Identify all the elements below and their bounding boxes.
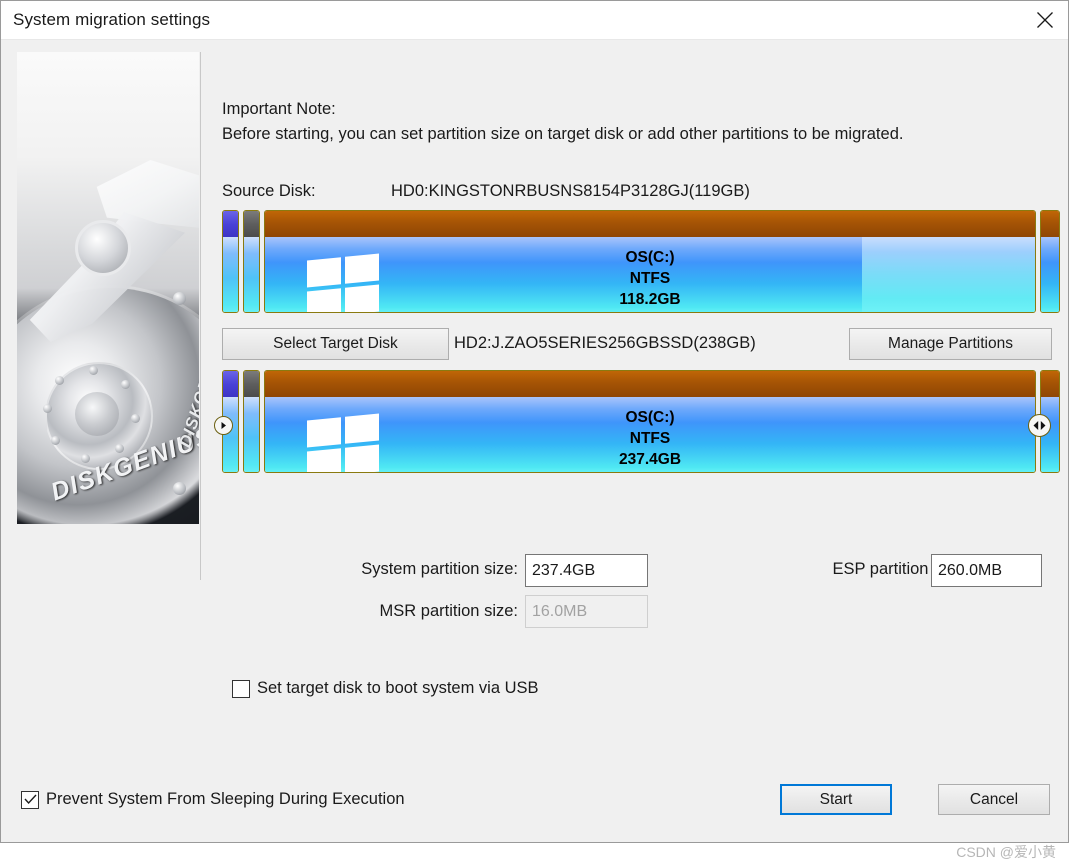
sidebar-divider <box>200 52 201 580</box>
drag-handle-right-arrow-icon[interactable] <box>214 416 233 435</box>
actuator-pivot <box>75 220 131 276</box>
partition-body <box>244 237 259 312</box>
partition-used-area <box>265 397 1035 472</box>
system-migration-settings-dialog: System migration settings DISKGENIUS Imp… <box>0 0 1069 860</box>
windows-logo-icon <box>307 253 379 312</box>
source-disk-partition-map[interactable]: OS(C:) NTFS 118.2GB <box>222 210 1060 313</box>
esp-partition-size-label: ESP partition size: <box>832 560 967 578</box>
hub-screw-icon <box>131 414 140 423</box>
partition-header <box>244 211 259 237</box>
partition-free-area <box>861 237 1035 312</box>
partition-header <box>1041 211 1059 237</box>
start-button[interactable]: Start <box>780 784 892 815</box>
partition-body <box>244 397 259 472</box>
esp-partition-size-input[interactable] <box>931 554 1042 587</box>
hub-screw-icon <box>51 436 60 445</box>
close-icon[interactable] <box>1022 1 1068 38</box>
windows-logo-icon <box>307 413 379 472</box>
partition-body <box>1041 237 1059 312</box>
prevent-sleep-checkbox[interactable] <box>21 790 39 809</box>
dialog-footer: Prevent System From Sleeping During Exec… <box>1 776 1068 860</box>
target-partition-os[interactable]: OS(C:) NTFS 237.4GB <box>264 370 1036 473</box>
source-partition-esp[interactable] <box>222 210 239 313</box>
dialog-content: DISKGENIUS DISKGENIUS Important Note: Be… <box>1 40 1068 860</box>
partition-header <box>223 211 238 237</box>
partition-header <box>223 371 238 397</box>
hub-screw-icon <box>43 404 52 413</box>
cancel-button[interactable]: Cancel <box>938 784 1050 815</box>
case-screw-icon <box>173 292 186 305</box>
title-bar: System migration settings <box>1 1 1068 40</box>
msr-partition-size-label: MSR partition size: <box>379 602 518 620</box>
partition-header <box>244 371 259 397</box>
source-disk-label: Source Disk: <box>222 182 316 200</box>
diskgenius-hard-drive-illustration: DISKGENIUS DISKGENIUS <box>17 52 199 524</box>
usb-boot-checkbox-row[interactable]: Set target disk to boot system via USB <box>232 679 539 698</box>
hub-screw-icon <box>121 380 130 389</box>
source-partition-recovery[interactable] <box>1040 210 1060 313</box>
case-screw-icon <box>173 482 186 495</box>
usb-boot-label: Set target disk to boot system via USB <box>257 679 539 697</box>
window-title: System migration settings <box>13 10 211 29</box>
partition-header <box>1041 371 1059 397</box>
drag-handle-resize-icon[interactable] <box>1028 414 1051 437</box>
prevent-sleep-checkbox-row[interactable]: Prevent System From Sleeping During Exec… <box>21 790 405 809</box>
usb-boot-checkbox[interactable] <box>232 679 250 698</box>
select-target-disk-button[interactable]: Select Target Disk <box>222 328 449 360</box>
watermark: CSDN @爱小黄 <box>956 844 1056 860</box>
source-partition-os[interactable]: OS(C:) NTFS 118.2GB <box>264 210 1036 313</box>
source-partition-msr[interactable] <box>243 210 260 313</box>
target-partition-msr[interactable] <box>243 370 260 473</box>
target-disk-partition-map[interactable]: OS(C:) NTFS 237.4GB <box>214 370 1060 473</box>
partition-header <box>265 211 1035 237</box>
hub-screw-icon <box>89 366 98 375</box>
hub-screw-icon <box>81 454 90 463</box>
partition-header <box>265 371 1035 397</box>
msr-partition-size-input <box>525 595 648 628</box>
important-note-body: Before starting, you can set partition s… <box>222 125 904 143</box>
partition-body <box>223 237 238 312</box>
source-disk-value: HD0:KINGSTONRBUSNS8154P3128GJ(119GB) <box>391 182 750 200</box>
platter-hub-center <box>75 392 119 436</box>
system-partition-size-input[interactable] <box>525 554 648 587</box>
important-note-title: Important Note: <box>222 100 336 118</box>
system-partition-size-label: System partition size: <box>361 560 518 578</box>
hub-screw-icon <box>55 376 64 385</box>
manage-partitions-button[interactable]: Manage Partitions <box>849 328 1052 360</box>
prevent-sleep-label: Prevent System From Sleeping During Exec… <box>46 790 405 808</box>
target-disk-value: HD2:J.ZAO5SERIES256GBSSD(238GB) <box>454 334 756 352</box>
